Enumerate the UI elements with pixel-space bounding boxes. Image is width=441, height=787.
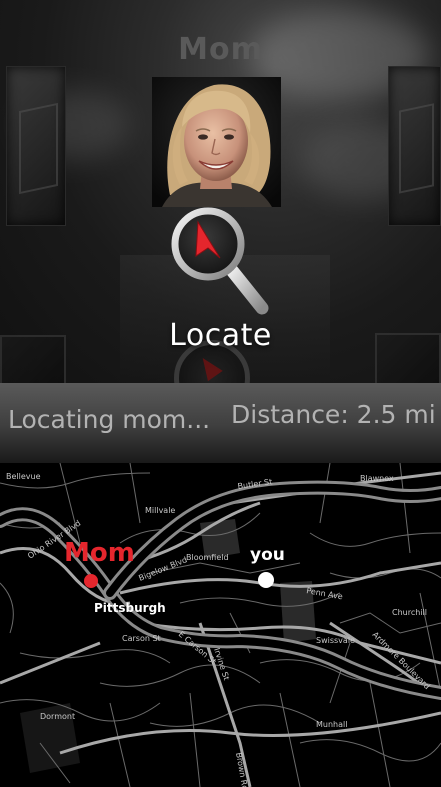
- place-label: Dormont: [40, 712, 75, 721]
- mom-pin-label: Mom: [64, 538, 135, 568]
- place-label: Churchill: [392, 608, 427, 617]
- place-label: Bloomfield: [186, 553, 229, 562]
- mom-location-pin[interactable]: [84, 574, 98, 588]
- next-contact-card[interactable]: [388, 66, 441, 226]
- street-label: Carson St: [122, 634, 161, 643]
- locating-status-text: Locating mom...: [8, 405, 211, 434]
- contact-panel: Mom Locate: [0, 0, 441, 383]
- place-label: Blawnox: [360, 474, 394, 483]
- contact-name: Mom: [178, 32, 263, 67]
- place-label: Munhall: [316, 720, 347, 729]
- place-label: Bellevue: [6, 472, 41, 481]
- locate-button[interactable]: [168, 204, 276, 320]
- you-pin-label: you: [250, 545, 285, 565]
- you-location-pin[interactable]: [258, 572, 274, 588]
- city-label: Pittsburgh: [94, 601, 166, 615]
- contact-photo[interactable]: [152, 77, 281, 207]
- street-map[interactable]: Bellevue Blawnox Millvale Bloomfield Pit…: [0, 463, 441, 787]
- prev-contact-card[interactable]: [6, 66, 66, 226]
- distance-readout: Distance: 2.5 mi: [231, 400, 436, 429]
- locate-magnifier-icon: [171, 207, 269, 315]
- river-inner: [106, 483, 441, 597]
- map-view[interactable]: Bellevue Blawnox Millvale Bloomfield Pit…: [0, 463, 441, 787]
- locate-label[interactable]: Locate: [0, 318, 441, 353]
- place-label: Millvale: [145, 506, 175, 515]
- contact-photo-image: [152, 77, 281, 207]
- place-label: Swissvale: [316, 636, 355, 645]
